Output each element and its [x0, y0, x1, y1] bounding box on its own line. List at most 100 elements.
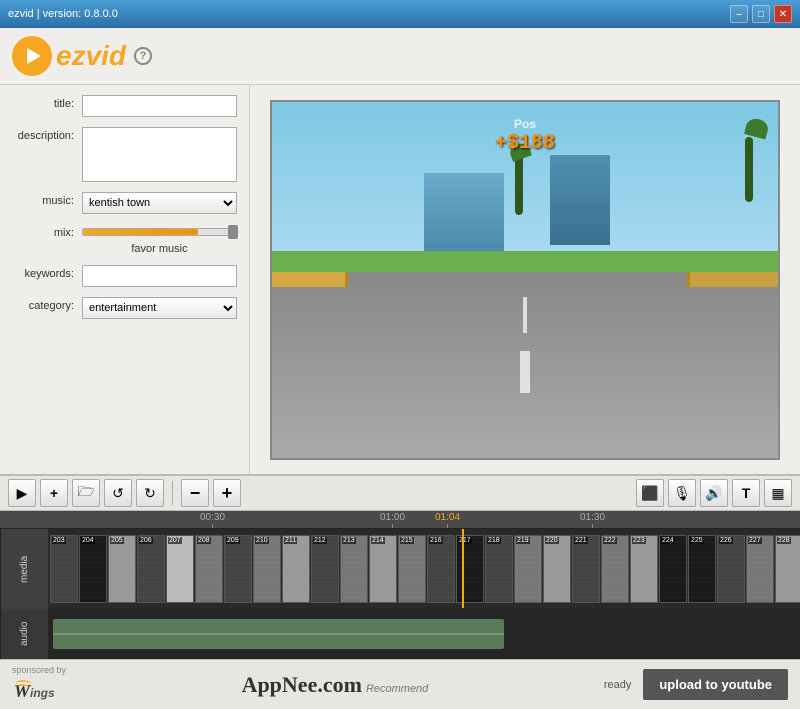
thumbnail-number: 204 [81, 537, 95, 544]
thumbnail-texture [399, 536, 425, 602]
ruler-mark-0100: 01:00 [380, 512, 405, 528]
zoom-out-button[interactable]: − [181, 479, 209, 507]
thumbnail-number: 209 [226, 537, 240, 544]
title-input[interactable] [82, 95, 237, 117]
media-track[interactable]: 2032042052062072082092102112122132142152… [48, 529, 800, 609]
list-item: 215 [398, 535, 426, 603]
thumbnail-number: 205 [110, 537, 124, 544]
appnee-sub: Recommend [366, 683, 428, 695]
list-item: 204 [79, 535, 107, 603]
thumbnail-number: 211 [284, 537, 297, 544]
video-frame: +$188 Pos [270, 100, 780, 460]
close-button[interactable]: ✕ [774, 5, 792, 23]
ruler-mark-0104: 01:04 [435, 512, 460, 528]
mix-slider[interactable] [82, 228, 237, 236]
category-select[interactable]: entertainment education gaming how-to mu… [82, 297, 237, 319]
thumbnail-number: 222 [603, 537, 617, 544]
redo-button[interactable]: ↻ [136, 479, 164, 507]
thumbnail-texture [428, 536, 454, 602]
logo-text: ezvid [56, 40, 126, 72]
list-item: 222 [601, 535, 629, 603]
list-item: 217 [456, 535, 484, 603]
audio-track[interactable] [48, 609, 800, 659]
list-item: 205 [108, 535, 136, 603]
watermark-section: AppNee.com Recommend [66, 672, 604, 698]
thumbnail-texture [747, 536, 773, 602]
toolbar-right: ⬛ 🎙 🔊 T ▦ [636, 479, 792, 507]
wings-logo: W ings [12, 675, 66, 705]
thumbnail-number: 214 [371, 537, 385, 544]
list-item: 224 [659, 535, 687, 603]
appnee-watermark: AppNee.com Recommend [66, 672, 604, 698]
music-select[interactable]: kentish town acoustic classical jazz roc… [82, 192, 237, 214]
title-label: title: [12, 95, 82, 110]
thumbnail-texture [167, 536, 193, 602]
road-line-2 [520, 351, 530, 394]
logo-ez: ez [56, 40, 86, 71]
mix-slider-thumb[interactable] [228, 225, 238, 239]
help-button[interactable]: ? [134, 47, 152, 65]
list-item: 227 [746, 535, 774, 603]
undo-button[interactable]: ↺ [104, 479, 132, 507]
maximize-button[interactable]: □ [752, 5, 770, 23]
text-button[interactable]: T [732, 479, 760, 507]
open-folder-button[interactable]: 🗁 [72, 479, 100, 507]
sponsored-by-label: sponsored by [12, 665, 66, 675]
thumbnail-number: 203 [52, 537, 66, 544]
palm-1 [515, 155, 523, 215]
thumbnail-number: 219 [516, 537, 530, 544]
thumbnail-number: 221 [574, 537, 588, 544]
logo-vid: vid [86, 40, 126, 71]
film-button[interactable]: ▦ [764, 479, 792, 507]
status-text: ready [604, 679, 632, 691]
minimize-button[interactable]: – [730, 5, 748, 23]
list-item: 203 [50, 535, 78, 603]
mic-button[interactable]: 🎙 [668, 479, 696, 507]
thumbnail-number: 224 [661, 537, 675, 544]
palm-2 [745, 137, 753, 202]
keywords-input[interactable] [82, 265, 237, 287]
svg-text:ings: ings [30, 686, 55, 700]
thumbnail-texture [109, 536, 135, 602]
list-item: 214 [369, 535, 397, 603]
zoom-in-button[interactable]: + [213, 479, 241, 507]
list-item: 225 [688, 535, 716, 603]
thumbnail-texture [776, 536, 800, 602]
toolbar: ▶ + 🗁 ↺ ↻ − + ⬛ 🎙 🔊 T ▦ [0, 475, 800, 511]
music-row: music: kentish town acoustic classical j… [12, 192, 237, 214]
thumbnail-texture [80, 536, 106, 602]
thumbnail-number: 225 [690, 537, 704, 544]
tracks-content: 2032042052062072082092102112122132142152… [48, 529, 800, 659]
upload-to-youtube-button[interactable]: upload to youtube [643, 669, 788, 700]
monitor-button[interactable]: ⬛ [636, 479, 664, 507]
playhead [462, 529, 464, 608]
add-media-button[interactable]: + [40, 479, 68, 507]
list-item: 209 [224, 535, 252, 603]
thumbnail-number: 228 [777, 537, 791, 544]
description-input[interactable] [82, 127, 237, 182]
thumbnail-number: 206 [139, 537, 153, 544]
thumbnail-texture [196, 536, 222, 602]
list-item: 206 [137, 535, 165, 603]
thumbnail-texture [312, 536, 338, 602]
list-item: 218 [485, 535, 513, 603]
title-row: title: [12, 95, 237, 117]
curb-left [272, 272, 348, 286]
titlebar: ezvid | version: 0.8.0.0 – □ ✕ [0, 0, 800, 28]
keywords-label: keywords: [12, 265, 82, 280]
thumbnail-number: 207 [168, 537, 182, 544]
list-item: 228 [775, 535, 800, 603]
thumbnail-texture [660, 536, 686, 602]
description-label: description: [12, 127, 82, 142]
thumbnail-number: 216 [429, 537, 443, 544]
mix-label: mix: [12, 224, 82, 239]
list-item: 223 [630, 535, 658, 603]
content-area: title: description: music: kentish town … [0, 85, 800, 475]
speaker-button[interactable]: 🔊 [700, 479, 728, 507]
media-track-label: media [0, 529, 48, 609]
thumbnail-number: 223 [632, 537, 646, 544]
thumbnail-texture [515, 536, 541, 602]
list-item: 216 [427, 535, 455, 603]
pos-text: Pos [514, 117, 536, 131]
play-button[interactable]: ▶ [8, 479, 36, 507]
